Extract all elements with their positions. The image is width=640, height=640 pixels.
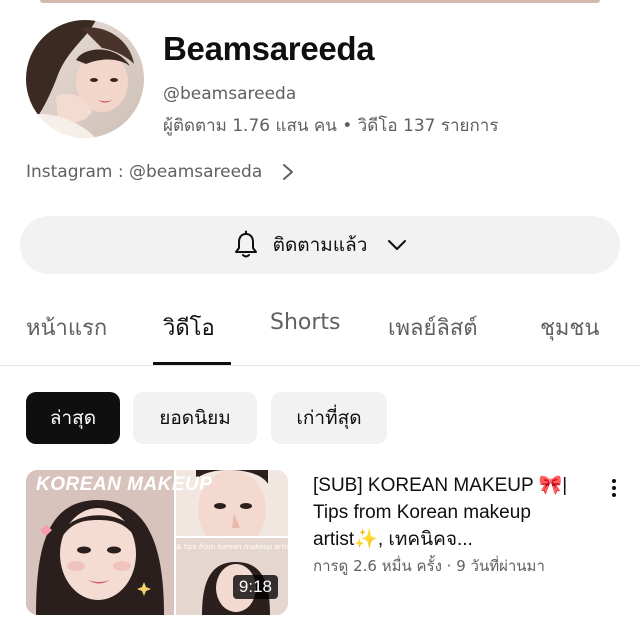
active-tab-indicator [153,362,231,365]
tab-videos[interactable]: วิดีโอ [163,310,215,345]
more-dot [612,486,616,490]
more-dot [612,493,616,497]
channel-handle: @beamsareeda [163,84,297,104]
instagram-link[interactable]: Instagram : @beamsareeda [26,162,262,182]
thumbnail-caption: & tips from korean makeup artist! [176,543,288,551]
video-meta: การดู 2.6 หมื่น ครั้ง · 9 วันที่ผ่านมา [313,557,545,575]
channel-avatar[interactable] [26,20,144,138]
more-dot [612,479,616,483]
chevron-down-icon [388,240,407,250]
filter-chip-latest[interactable]: ล่าสุด [26,392,120,444]
avatar-photo [26,20,144,138]
filter-chip-oldest[interactable]: เก่าที่สุด [271,392,387,444]
channel-tabs: หน้าแรก วิดีโอ Shorts เพลย์ลิสต์ ชุมชน [0,296,640,366]
filter-chip-popular[interactable]: ยอดนิยม [133,392,257,444]
channel-links-row[interactable]: Instagram : @beamsareeda [26,158,296,186]
tab-community[interactable]: ชุมชน [540,310,599,345]
video-item[interactable]: KOREAN MAKEUP & tips from korean makeup … [26,470,626,615]
tab-shorts[interactable]: Shorts [270,310,341,335]
channel-name: Beamsareeda [163,30,375,67]
channel-stats: ผู้ติดตาม 1.76 แสน คน • วิดีโอ 137 รายกา… [163,116,499,136]
subscribed-label: ติดตามแล้ว [272,234,368,256]
tab-home[interactable]: หน้าแรก [26,310,107,345]
video-title[interactable]: [SUB] KOREAN MAKEUP 🎀| Tips from Korean … [313,472,598,553]
tab-playlists[interactable]: เพลย์ลิสต์ [388,310,478,345]
video-duration: 9:18 [232,575,278,599]
bell-icon [234,230,257,258]
more-vert-icon[interactable] [604,474,624,502]
thumbnail-title: KOREAN MAKEUP [36,474,213,495]
video-thumbnail[interactable]: KOREAN MAKEUP & tips from korean makeup … [26,470,288,615]
subscribed-button[interactable]: ติดตามแล้ว [20,216,620,274]
chevron-right-icon [283,164,294,180]
banner-edge [40,0,600,3]
